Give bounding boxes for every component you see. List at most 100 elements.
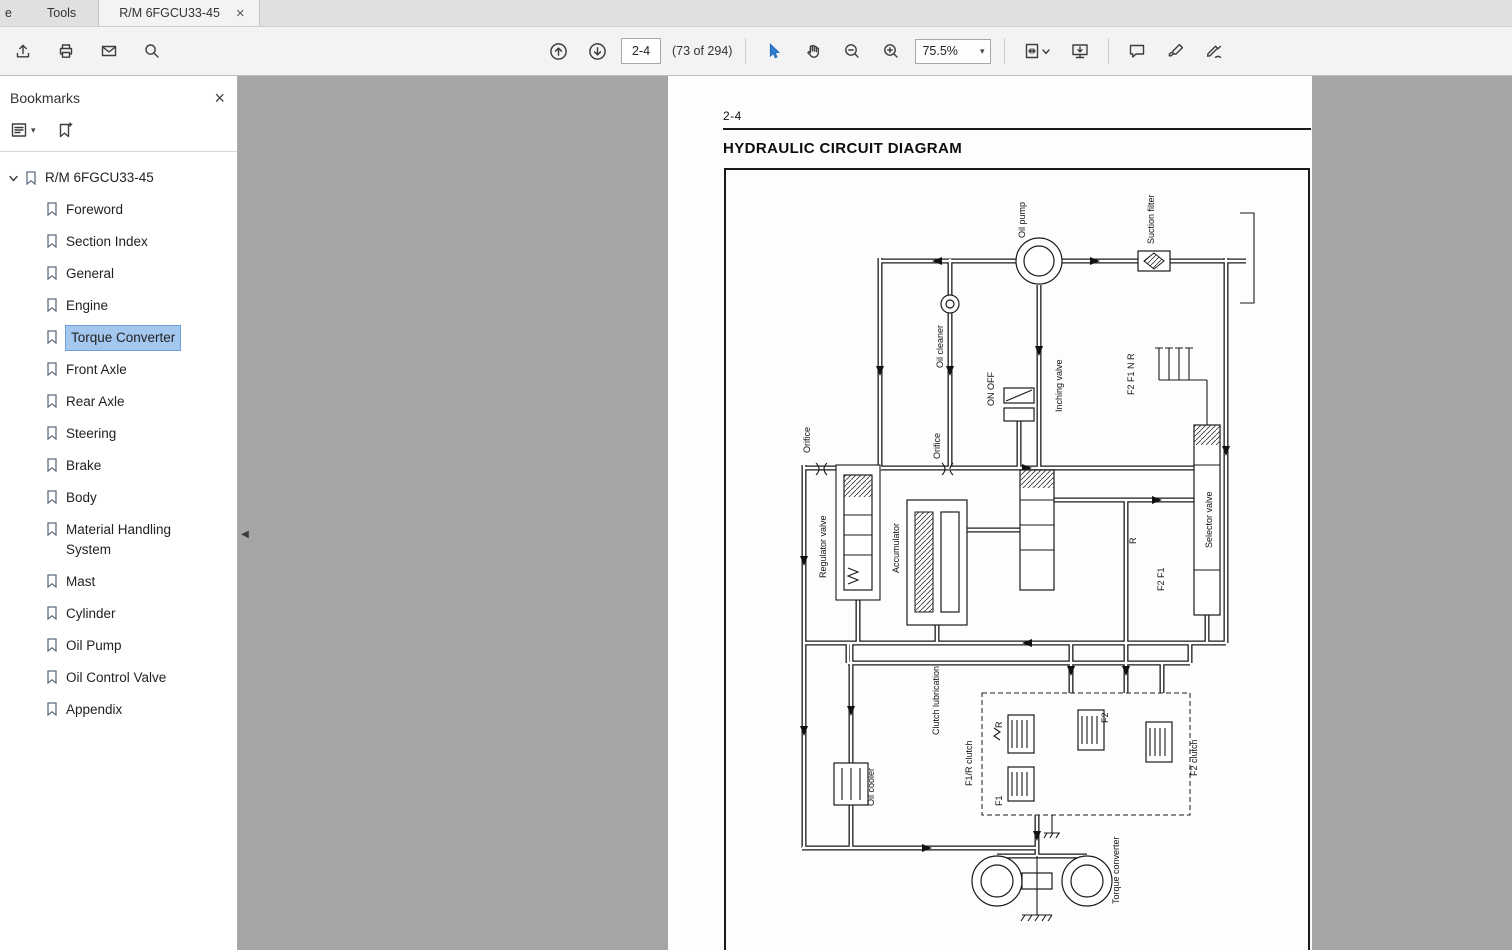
close-tab-icon[interactable]: × — [236, 6, 245, 21]
toolbar-separator — [1108, 38, 1109, 64]
tab-tools-label: Tools — [47, 6, 76, 20]
bookmarks-tree: R/M 6FGCU33-45 Foreword Section Index Ge… — [0, 152, 237, 726]
comment-button[interactable] — [1122, 36, 1152, 66]
zoom-in-button[interactable] — [876, 36, 906, 66]
hand-icon — [804, 42, 822, 60]
sidebar-item-steering[interactable]: Steering — [0, 418, 237, 450]
chevron-down-icon: ▾ — [31, 125, 36, 136]
zoom-out-icon — [843, 42, 861, 60]
sidebar-item-cylinder[interactable]: Cylinder — [0, 598, 237, 630]
sidebar-item-foreword[interactable]: Foreword — [0, 194, 237, 226]
bookmark-label: General — [66, 264, 114, 284]
main-toolbar: (73 of 294) 75.5% ▾ — [0, 27, 1512, 76]
sidebar-item-oil-control-valve[interactable]: Oil Control Valve — [0, 662, 237, 694]
partial-tab[interactable]: e — [0, 0, 25, 26]
sign-pen-icon — [1206, 42, 1224, 60]
zoom-level-value: 75.5% — [922, 44, 957, 58]
collapse-sidebar-button[interactable]: ◀ — [239, 521, 251, 547]
page-number-text: 2-4 — [723, 109, 742, 123]
next-page-button[interactable] — [582, 36, 612, 66]
toolbar-left-group — [0, 36, 167, 66]
diagram-label: Orifice — [932, 433, 942, 459]
document-viewport[interactable]: ◀ 2-4 HYDRAULIC CIRCUIT DIAGRAM — [238, 76, 1512, 950]
diagram-label: F2 — [1100, 712, 1110, 723]
previous-page-button[interactable] — [543, 36, 573, 66]
oil-pump-symbol — [1016, 238, 1062, 284]
diagram-label: R — [994, 721, 1004, 728]
page-count-label: (73 of 294) — [672, 44, 732, 58]
bookmark-label: Oil Control Valve — [66, 668, 166, 688]
bookmark-label: Engine — [66, 296, 108, 316]
chevron-expanded-icon[interactable] — [8, 173, 19, 184]
bookmark-options-button[interactable]: ▾ — [10, 121, 36, 139]
sidebar-item-body[interactable]: Body — [0, 482, 237, 514]
bookmark-icon — [46, 606, 58, 620]
close-panel-icon[interactable]: × — [214, 89, 225, 107]
bookmark-root-item[interactable]: R/M 6FGCU33-45 — [0, 162, 237, 194]
diagram-label: Accumulator — [891, 523, 901, 573]
share-button[interactable] — [8, 36, 38, 66]
bookmark-label: Front Axle — [66, 360, 127, 380]
bookmark-icon — [46, 702, 58, 716]
search-button[interactable] — [137, 36, 167, 66]
workspace: Bookmarks × ▾ — [0, 76, 1512, 950]
sidebar-item-section-index[interactable]: Section Index — [0, 226, 237, 258]
print-button[interactable] — [51, 36, 81, 66]
oil-cleaner-symbol — [941, 295, 959, 313]
select-tool-button[interactable] — [759, 36, 789, 66]
zoom-level-dropdown[interactable]: 75.5% ▾ — [915, 39, 991, 64]
zoom-out-button[interactable] — [837, 36, 867, 66]
drain-symbol-upper — [1044, 815, 1060, 838]
sidebar-item-torque-converter[interactable]: Torque Converter — [0, 322, 237, 354]
fill-sign-button[interactable] — [1200, 36, 1230, 66]
page-title: HYDRAULIC CIRCUIT DIAGRAM — [723, 140, 962, 157]
regulator-valve-symbol — [836, 465, 880, 600]
diagram-label: Suction filter — [1146, 194, 1156, 244]
sidebar-item-general[interactable]: General — [0, 258, 237, 290]
bookmark-label: Mast — [66, 572, 95, 592]
scroll-mode-icon — [1070, 42, 1090, 60]
bookmark-icon — [46, 266, 58, 280]
scroll-mode-button[interactable] — [1065, 36, 1095, 66]
sidebar-item-material-handling-system[interactable]: Material Handling System — [0, 514, 237, 566]
bookmark-label: Body — [66, 488, 97, 508]
bookmark-label: Brake — [66, 456, 101, 476]
bookmark-icon — [46, 394, 58, 408]
bookmark-label: Appendix — [66, 700, 122, 720]
bookmarks-panel: Bookmarks × ▾ — [0, 76, 238, 950]
hand-tool-button[interactable] — [798, 36, 828, 66]
diagram-label: R — [1128, 537, 1138, 544]
bookmark-label: Material Handling System — [66, 520, 214, 560]
diagram-label: Oil cooler — [866, 768, 876, 806]
sidebar-item-rear-axle[interactable]: Rear Axle — [0, 386, 237, 418]
header-rule — [723, 128, 1311, 130]
sidebar-item-brake[interactable]: Brake — [0, 450, 237, 482]
page-display-button[interactable] — [1018, 36, 1056, 66]
tab-document[interactable]: R/M 6FGCU33-45 × — [98, 0, 260, 26]
bookmarks-panel-title: Bookmarks — [10, 90, 80, 106]
bookmark-icon — [46, 522, 58, 536]
search-icon — [143, 42, 161, 60]
reservoir-bracket — [1240, 213, 1254, 303]
email-icon — [100, 42, 118, 60]
page-number-input[interactable] — [621, 38, 661, 64]
bookmark-icon — [46, 574, 58, 588]
page-up-icon — [549, 42, 568, 61]
sidebar-item-mast[interactable]: Mast — [0, 566, 237, 598]
bookmarks-panel-toolbar: ▾ — [0, 113, 237, 152]
diagram-label: Inching valve — [1054, 359, 1064, 412]
new-bookmark-button[interactable] — [56, 121, 74, 139]
diagram-label: Clutch lubrication — [931, 666, 941, 735]
email-button[interactable] — [94, 36, 124, 66]
bookmark-icon — [25, 171, 37, 185]
sidebar-item-oil-pump[interactable]: Oil Pump — [0, 630, 237, 662]
highlight-button[interactable] — [1161, 36, 1191, 66]
sidebar-item-engine[interactable]: Engine — [0, 290, 237, 322]
clutch-r-symbol — [994, 715, 1034, 753]
tab-tools[interactable]: Tools — [25, 0, 98, 26]
sidebar-item-front-axle[interactable]: Front Axle — [0, 354, 237, 386]
bookmark-label: Steering — [66, 424, 116, 444]
bookmark-label: Rear Axle — [66, 392, 125, 412]
sidebar-item-appendix[interactable]: Appendix — [0, 694, 237, 726]
diagram-label: Selector valve — [1204, 491, 1214, 548]
